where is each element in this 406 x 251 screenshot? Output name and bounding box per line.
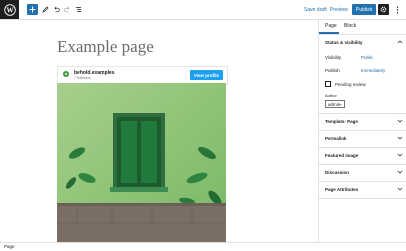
editor-canvas: Example page behold.examples 7 followers…	[0, 20, 318, 242]
undo-icon	[54, 6, 60, 13]
publish-label: Publish	[325, 68, 340, 73]
panel-template[interactable]: Template: Page	[319, 114, 406, 131]
panel-title: Page Attributes	[325, 187, 359, 192]
author-select[interactable]: admin	[325, 100, 345, 108]
panel-permalink[interactable]: Permalink	[319, 131, 406, 148]
chevron-down-icon	[339, 103, 342, 106]
redo-button[interactable]	[62, 4, 72, 15]
author-label: Author	[325, 93, 337, 98]
top-toolbar: W Save draft Preview Publish	[0, 0, 406, 20]
panel-title: Featured image	[325, 153, 359, 158]
list-view-icon	[75, 7, 81, 12]
undo-button[interactable]	[51, 4, 61, 15]
publish-button[interactable]: Publish	[352, 4, 377, 15]
pending-review-label: Pending review	[335, 82, 366, 87]
follower-count: 7 followers	[74, 76, 91, 80]
plus-icon	[29, 6, 36, 13]
view-profile-button[interactable]: View profile	[189, 70, 223, 80]
chevron-down-icon	[397, 136, 403, 140]
embedded-photo	[57, 83, 226, 242]
gear-icon	[380, 6, 387, 13]
settings-button[interactable]	[378, 4, 389, 15]
sidebar-tabs: Page Block	[319, 20, 406, 35]
profile-avatar-icon	[63, 71, 69, 77]
page-title[interactable]: Example page	[57, 37, 154, 57]
tab-block[interactable]: Block	[344, 23, 356, 29]
chevron-down-icon	[397, 187, 403, 191]
redo-icon	[63, 6, 69, 13]
panel-title: Discussion	[325, 170, 350, 175]
more-vertical-icon	[396, 6, 398, 13]
add-block-button[interactable]	[27, 4, 38, 15]
preview-button[interactable]: Preview	[330, 4, 348, 15]
panel-status-visibility[interactable]: Status & visibility	[319, 35, 406, 51]
save-draft-button[interactable]: Save draft	[304, 4, 327, 15]
wordpress-logo-icon[interactable]: W	[0, 0, 19, 19]
document-overview-button[interactable]	[73, 4, 83, 15]
visibility-value[interactable]: Public	[361, 55, 373, 60]
tab-page[interactable]: Page	[325, 23, 337, 29]
svg-text:W: W	[6, 6, 13, 14]
breadcrumb[interactable]: Page	[4, 244, 15, 249]
pending-review-checkbox[interactable]	[325, 81, 331, 87]
chevron-up-icon	[397, 40, 403, 44]
panel-title: Permalink	[325, 136, 347, 141]
options-button[interactable]	[392, 4, 402, 15]
panel-title: Template: Page	[325, 119, 358, 124]
edit-tool-button[interactable]	[40, 4, 50, 15]
chevron-down-icon	[397, 119, 403, 123]
chevron-down-icon	[397, 170, 403, 174]
panel-discussion[interactable]: Discussion	[319, 165, 406, 182]
panel-title: Status & visibility	[325, 40, 363, 45]
panel-page-attributes[interactable]: Page Attributes	[319, 182, 406, 199]
panel-featured-image[interactable]: Featured image	[319, 148, 406, 165]
settings-sidebar: Page Block Status & visibility Visibilit…	[318, 20, 406, 242]
publish-date-value[interactable]: Immediately	[361, 68, 385, 73]
pencil-icon	[41, 6, 48, 13]
visibility-label: Visibility	[325, 55, 342, 60]
active-tab-indicator	[319, 32, 339, 34]
chevron-down-icon	[397, 153, 403, 157]
